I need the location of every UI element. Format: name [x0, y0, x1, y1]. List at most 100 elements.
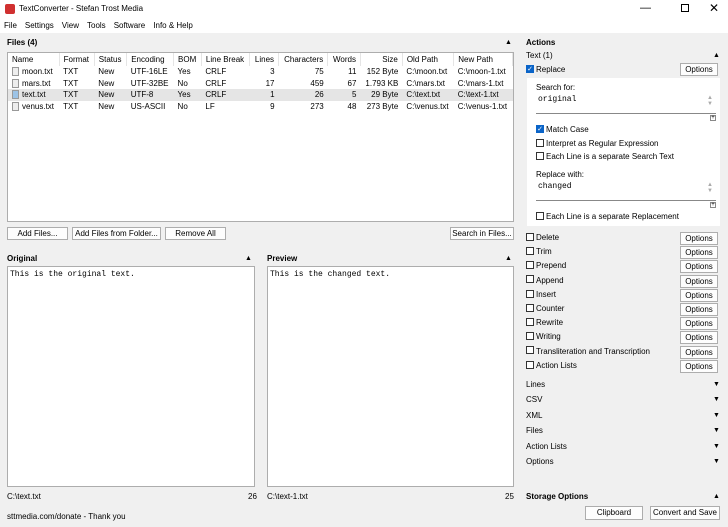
status-text[interactable]: sttmedia.com/donate - Thank you [7, 512, 126, 521]
match-case-label: Match Case [546, 125, 589, 134]
menu-file[interactable]: File [0, 18, 21, 33]
table-row[interactable]: text.txt TXT New UTF-8 Yes CRLF 1 26 5 29 Byte C:\… [8, 89, 513, 101]
replace-label: Replace [536, 65, 566, 74]
cell-text: moon.txt [22, 67, 53, 77]
menu-tools[interactable]: Tools [83, 18, 110, 33]
replace-options-button[interactable]: Options [680, 63, 718, 76]
cell-text: Yes [177, 67, 191, 77]
menu-info-help[interactable]: Info & Help [149, 18, 197, 33]
table-row[interactable]: mars.txt TXT New UTF-32BE No CRLF 17 459 67 1.793… [8, 78, 513, 90]
cell-text: 1 [270, 90, 275, 100]
title-bar: TextConverter - Stefan Trost Media — ✕ [0, 0, 728, 18]
column-header[interactable]: Lines [249, 53, 280, 66]
add-files-button[interactable]: Add Files... [7, 227, 68, 240]
options-button[interactable]: Options [680, 359, 718, 373]
column-header[interactable]: Format [59, 53, 95, 66]
column-header[interactable]: Size [360, 53, 403, 66]
column-header[interactable]: Words [327, 53, 361, 66]
file-icon [12, 90, 19, 100]
table-cell: 459 [279, 78, 328, 90]
options-button[interactable]: Options [680, 246, 718, 260]
cell-text: 75 [314, 67, 324, 77]
section-xml[interactable]: XML ▼ [526, 410, 720, 422]
section-options[interactable]: Options ▼ [526, 456, 720, 468]
search-in-files-button[interactable]: Search in Files... [450, 227, 514, 240]
regex-checkbox[interactable]: Interpret as Regular Expression [536, 138, 659, 148]
column-header[interactable]: Characters [278, 53, 329, 66]
table-cell: 9 [250, 101, 279, 113]
section-lines[interactable]: Lines ▼ [526, 379, 720, 391]
section-csv[interactable]: CSV ▼ [526, 394, 720, 406]
scroll-arrows-icon[interactable]: ▲ ▼ [707, 182, 713, 194]
remove-all-button[interactable]: Remove All [165, 227, 226, 240]
options-button[interactable]: Options [680, 345, 718, 359]
collapse-text-icon[interactable]: ▲ [713, 52, 720, 59]
cell-text: US-ASCII [130, 101, 166, 111]
each-line-replacement-checkbox[interactable]: Each Line is a separate Replacement [536, 211, 679, 221]
cell-text: New [98, 101, 115, 111]
scroll-arrows-icon[interactable]: ▲ ▼ [707, 95, 713, 107]
convert-and-save-button[interactable]: Convert and Save [650, 506, 720, 520]
preview-text-area[interactable]: This is the changed text. [267, 266, 514, 487]
file-icon [12, 78, 19, 88]
each-line-search-checkbox[interactable]: Each Line is a separate Search Text [536, 151, 674, 161]
cell-text: C:\mars-1.txt [457, 78, 504, 88]
collapse-original-icon[interactable]: ▲ [245, 255, 252, 262]
cell-text: C:\text.txt [406, 90, 441, 100]
table-row[interactable]: moon.txt TXT New UTF-16LE Yes CRLF 3 75 11 152 By… [8, 66, 513, 78]
menu-view[interactable]: View [58, 18, 83, 33]
original-text-area[interactable]: This is the original text. [7, 266, 255, 487]
column-header[interactable]: New Path [453, 53, 513, 66]
options-button[interactable]: Options [680, 303, 718, 316]
collapse-preview-icon[interactable]: ▲ [505, 255, 512, 262]
column-header[interactable]: Line Break [201, 53, 251, 66]
cell-text: LF [205, 101, 215, 111]
menu-settings[interactable]: Settings [21, 18, 58, 33]
add-files-from-folder-button[interactable]: Add Files from Folder... [72, 227, 161, 240]
replace-with-input[interactable]: changed [536, 179, 716, 201]
window-title: TextConverter - Stefan Trost Media [19, 4, 144, 13]
column-header[interactable]: Encoding [126, 53, 175, 66]
section-action-lists[interactable]: Action Lists ▼ [526, 441, 720, 453]
files-table[interactable]: Name Format Status Encoding BOM Line Break Lin… [7, 52, 514, 222]
storage-options-title: Storage Options [526, 492, 589, 501]
options-button[interactable]: Options [680, 288, 718, 302]
checkbox-icon [526, 332, 534, 341]
column-header[interactable]: BOM [173, 53, 202, 66]
text-group-label[interactable]: Text (1) [526, 51, 553, 60]
replace-checkbox[interactable]: ✓ Replace [526, 64, 566, 74]
cell-text: 152 Byte [366, 67, 399, 77]
close-icon[interactable]: ✕ [709, 1, 719, 15]
search-for-input[interactable]: original [536, 92, 716, 114]
cell-text: No [177, 78, 188, 88]
expand-icon[interactable]: + [710, 202, 716, 208]
clipboard-button[interactable]: Clipboard [585, 506, 643, 520]
match-case-checkbox[interactable]: ✓ Match Case [536, 124, 589, 134]
collapse-files-icon[interactable]: ▲ [505, 39, 512, 46]
options-button[interactable]: Options [680, 331, 718, 345]
expand-icon[interactable]: + [710, 115, 716, 121]
column-header[interactable]: Name [8, 53, 60, 66]
column-header[interactable]: Old Path [402, 53, 455, 66]
action-label: Action Lists [536, 360, 577, 370]
cell-text: 48 [347, 101, 357, 111]
options-button[interactable]: Options [680, 260, 718, 274]
options-button[interactable]: Options [680, 317, 718, 331]
action-label: Trim [536, 247, 552, 257]
table-row[interactable]: venus.txt TXT New US-ASCII No LF 9 273 48 273 Byt… [8, 101, 513, 113]
column-header[interactable]: Status [94, 53, 128, 66]
options-button[interactable]: Options [680, 274, 718, 288]
table-cell: TXT [59, 89, 94, 101]
options-button[interactable]: Options [680, 232, 718, 245]
checkbox-checked-icon: ✓ [536, 124, 544, 133]
maximize-icon[interactable] [681, 4, 689, 12]
preview-char-count: 25 [505, 492, 514, 501]
collapse-storage-icon[interactable]: ▲ [713, 493, 720, 500]
menu-bar: File Settings View Tools Software Info & Help [0, 18, 728, 33]
menu-software[interactable]: Software [110, 18, 150, 33]
table-cell: CRLF [201, 89, 249, 101]
cell-text: No [177, 101, 188, 111]
section-files[interactable]: Files ▼ [526, 425, 720, 437]
expand-icon: ▼ [713, 442, 720, 450]
minimize-icon[interactable]: — [640, 2, 651, 14]
